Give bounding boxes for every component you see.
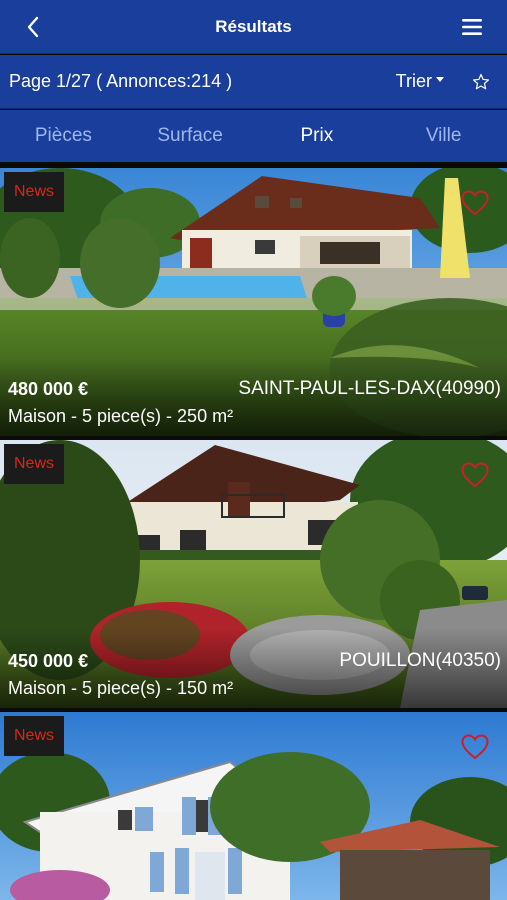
tab-surface[interactable]: Surface bbox=[127, 125, 254, 147]
filter-tabs: Pièces Surface Prix Ville bbox=[0, 110, 507, 162]
listing-price: 450 000 € bbox=[8, 651, 89, 671]
listing-card[interactable]: News 450 000 € POUILLON(40350) Maison - … bbox=[0, 440, 507, 708]
sort-button[interactable]: Trier bbox=[396, 71, 444, 92]
listing-card[interactable]: News 480 000 € SAINT-PAUL-LES-DAX(40990)… bbox=[0, 168, 507, 436]
heart-outline-icon[interactable] bbox=[461, 734, 489, 760]
pagination-bar: Page 1/27 ( Annonces:214 ) Trier bbox=[0, 55, 507, 109]
news-badge: News bbox=[4, 172, 64, 212]
heart-outline-icon[interactable] bbox=[461, 190, 489, 216]
top-navbar: Résultats bbox=[0, 0, 507, 54]
property-photo bbox=[0, 712, 507, 900]
listing-price: 480 000 € bbox=[8, 379, 89, 399]
listing-description: Maison - 5 piece(s) - 150 m² bbox=[8, 678, 234, 698]
tab-pieces[interactable]: Pièces bbox=[0, 125, 127, 147]
news-badge: News bbox=[4, 716, 64, 756]
tab-prix[interactable]: Prix bbox=[254, 125, 381, 147]
sort-label: Trier bbox=[395, 71, 432, 91]
star-outline-icon[interactable] bbox=[472, 73, 490, 91]
caret-down-icon bbox=[436, 77, 444, 82]
page-info: Page 1/27 ( Annonces:214 ) bbox=[9, 71, 233, 91]
page-title: Résultats bbox=[215, 16, 292, 36]
listing-description: Maison - 5 piece(s) - 250 m² bbox=[8, 406, 234, 426]
heart-outline-icon[interactable] bbox=[461, 462, 489, 488]
listing-city: SAINT-PAUL-LES-DAX(40990) bbox=[238, 378, 501, 399]
back-arrow-icon[interactable] bbox=[22, 15, 46, 39]
listing-city: POUILLON(40350) bbox=[339, 650, 501, 671]
news-badge: News bbox=[4, 444, 64, 484]
listing-card[interactable]: News bbox=[0, 712, 507, 900]
hamburger-menu-icon[interactable] bbox=[461, 16, 483, 38]
tab-ville[interactable]: Ville bbox=[380, 125, 507, 147]
